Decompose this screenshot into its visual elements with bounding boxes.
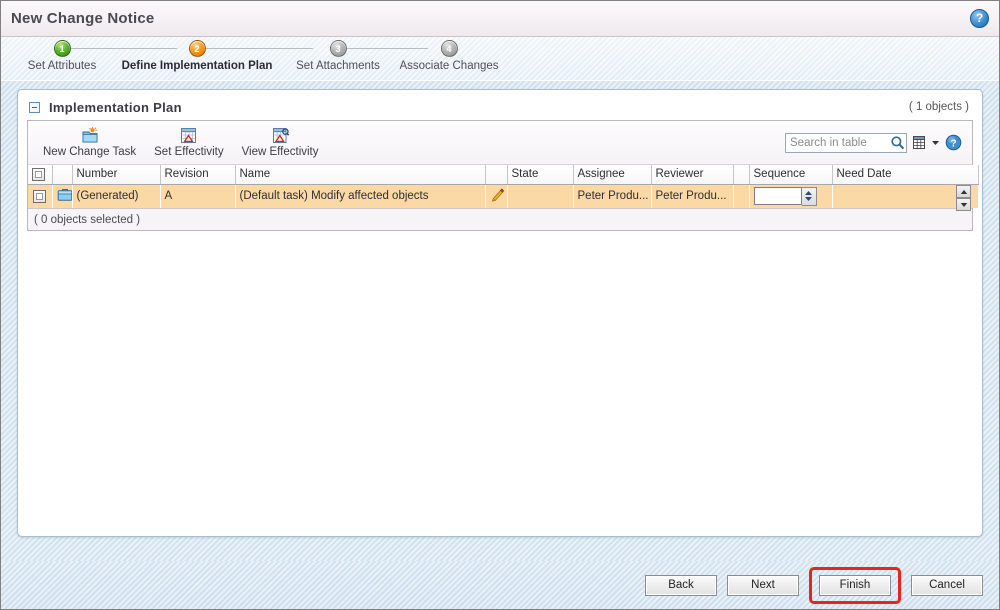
cell-spacer: [733, 184, 749, 208]
implementation-plan-table: New Change Task Set Effectivity View Eff…: [27, 120, 979, 231]
wizard-step-associate-changes[interactable]: 4 Associate Changes: [393, 40, 505, 72]
wizard-steps-strip: 1 Set Attributes 2 Define Implementation…: [1, 37, 999, 81]
cell-edit[interactable]: [485, 184, 507, 208]
step-bubble-2: 2: [188, 40, 206, 57]
cell-assignee: Peter Produ...: [573, 184, 651, 208]
wizard-step-define-implementation-plan[interactable]: 2 Define Implementation Plan: [111, 40, 283, 72]
col-icon: [52, 165, 73, 185]
dialog-footer: Back Next Finish Cancel: [1, 561, 999, 609]
col-select-all[interactable]: [28, 165, 53, 185]
cell-reviewer: Peter Produ...: [651, 184, 733, 208]
search-box[interactable]: [785, 132, 907, 153]
sequence-spin-buttons[interactable]: [801, 186, 817, 206]
wizard-step-set-attributes[interactable]: 1 Set Attributes: [13, 40, 111, 72]
calendar-set-icon: [180, 127, 197, 144]
help-circle-icon[interactable]: ?: [970, 9, 989, 28]
scroll-up-icon[interactable]: [956, 185, 971, 198]
col-reviewer[interactable]: Reviewer: [651, 165, 734, 185]
col-state[interactable]: State: [507, 165, 574, 185]
sequence-stepper[interactable]: [753, 186, 828, 206]
cell-name: (Default task) Modify affected objects: [235, 184, 485, 208]
sequence-input[interactable]: [753, 187, 802, 206]
object-count-label: ( 1 objects ): [908, 101, 969, 113]
view-effectivity-button[interactable]: View Effectivity: [233, 122, 328, 164]
collapse-minus-icon[interactable]: [29, 101, 40, 113]
new-change-notice-dialog: New Change Notice ? 1 Set Attributes 2 D…: [0, 0, 1000, 610]
panel-title: Implementation Plan: [49, 99, 182, 115]
select-all-checkbox[interactable]: [32, 167, 45, 181]
briefcase-icon: [57, 188, 71, 205]
cell-state: [507, 184, 573, 208]
new-change-task-button[interactable]: New Change Task: [34, 122, 145, 164]
dialog-titlebar: New Change Notice ?: [1, 1, 999, 37]
objects-selected-label: ( 0 objects selected ): [34, 213, 141, 226]
finish-button-highlight: Finish: [809, 566, 901, 604]
next-button[interactable]: Next: [727, 574, 799, 596]
col-edit: [485, 165, 508, 185]
implementation-plan-panel: Implementation Plan ( 1 objects ) New Ch…: [17, 89, 983, 537]
cell-number: (Generated): [72, 184, 160, 208]
wizard-step-set-attachments[interactable]: 3 Set Attachments: [283, 40, 393, 72]
table-grid-icon[interactable]: [912, 135, 926, 150]
step-bubble-4: 4: [440, 40, 458, 57]
dialog-body: Implementation Plan ( 1 objects ) New Ch…: [1, 81, 999, 561]
row-checkbox[interactable]: [33, 189, 47, 203]
search-input[interactable]: [790, 136, 890, 149]
cell-revision: A: [160, 184, 235, 208]
step-bubble-1: 1: [53, 40, 71, 57]
table-search-group: ?: [785, 132, 966, 153]
col-sequence[interactable]: Sequence: [749, 165, 833, 185]
row-type-icon-cell: [52, 184, 72, 208]
table-toolbar: New Change Task Set Effectivity View Eff…: [28, 121, 972, 165]
step-label-3: Set Attachments: [296, 60, 380, 72]
table-help-icon[interactable]: ?: [945, 134, 962, 151]
step-label-2: Define Implementation Plan: [121, 60, 273, 72]
col-number[interactable]: Number: [72, 165, 161, 185]
finish-button[interactable]: Finish: [819, 574, 891, 596]
page-title: New Change Notice: [11, 10, 155, 27]
col-need-date[interactable]: Need Date: [832, 165, 979, 185]
cell-sequence[interactable]: [749, 184, 832, 208]
set-effectivity-button[interactable]: Set Effectivity: [145, 122, 232, 164]
set-effectivity-label: Set Effectivity: [154, 146, 224, 158]
row-checkbox-cell[interactable]: [28, 184, 52, 208]
chevron-down-icon[interactable]: [931, 138, 940, 147]
grid-vertical-scrollbar[interactable]: [956, 185, 971, 211]
cancel-button[interactable]: Cancel: [911, 574, 983, 596]
table-row[interactable]: (Generated) A (Default task) Modify affe…: [28, 184, 978, 208]
col-spacer: [733, 165, 750, 185]
spinner-down-icon: [805, 197, 812, 202]
calendar-view-icon: [272, 127, 289, 144]
pencil-icon[interactable]: [490, 188, 505, 205]
svg-text:?: ?: [950, 138, 956, 149]
magnifier-icon[interactable]: [890, 135, 905, 150]
table-status-bar: ( 0 objects selected ): [28, 208, 972, 230]
step-bubble-3: 3: [329, 40, 347, 57]
new-folder-icon: [81, 127, 99, 144]
col-revision[interactable]: Revision: [160, 165, 236, 185]
grid-header-row: Number Revision Name State Assignee Revi…: [28, 165, 979, 185]
view-effectivity-label: View Effectivity: [241, 146, 319, 158]
col-assignee[interactable]: Assignee: [573, 165, 652, 185]
new-change-task-label: New Change Task: [43, 146, 137, 158]
wizard-steps: 1 Set Attributes 2 Define Implementation…: [13, 37, 999, 80]
panel-header: Implementation Plan ( 1 objects ): [27, 97, 973, 117]
task-grid: Number Revision Name State Assignee Revi…: [28, 165, 979, 208]
step-label-1: Set Attributes: [27, 60, 97, 72]
scroll-down-icon[interactable]: [956, 198, 971, 211]
col-name[interactable]: Name: [235, 165, 486, 185]
back-button[interactable]: Back: [645, 574, 717, 596]
step-label-4: Associate Changes: [399, 60, 499, 72]
